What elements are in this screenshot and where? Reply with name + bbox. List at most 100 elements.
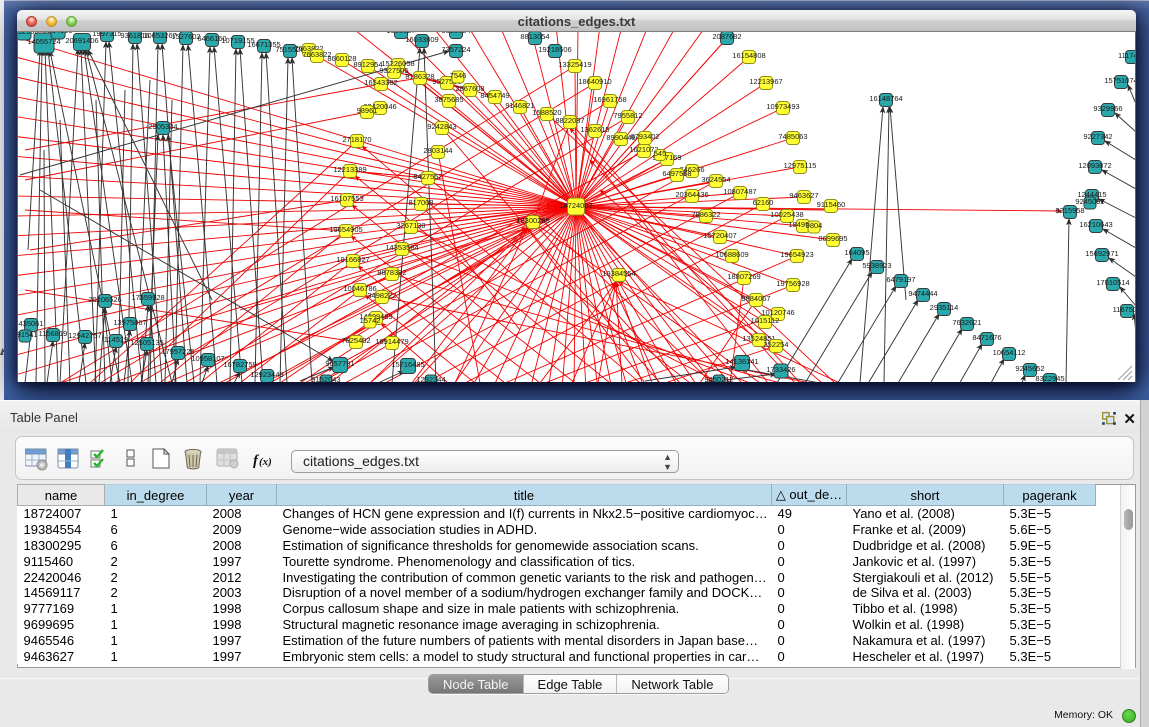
- svg-text:62160: 62160: [753, 198, 774, 207]
- svg-text:1997315: 1997315: [92, 32, 121, 38]
- svg-text:10973493: 10973493: [766, 102, 799, 111]
- svg-text:2935114: 2935114: [930, 303, 959, 312]
- svg-text:3267130: 3267130: [396, 221, 425, 230]
- svg-text:18724007: 18724007: [559, 201, 592, 210]
- svg-text:9804: 9804: [806, 221, 823, 230]
- svg-text:1527602: 1527602: [171, 32, 200, 41]
- svg-text:545: 545: [654, 149, 667, 158]
- svg-text:12505135: 12505135: [130, 338, 163, 347]
- svg-text:9327505: 9327505: [379, 66, 408, 75]
- svg-text:14136141: 14136141: [725, 357, 758, 366]
- svg-text:15716485: 15716485: [391, 360, 424, 369]
- svg-text:8427552: 8427552: [413, 172, 442, 181]
- svg-text:19654923: 19654923: [780, 250, 813, 259]
- svg-text:252254: 252254: [763, 340, 788, 349]
- svg-text:1615112: 1615112: [751, 316, 780, 325]
- svg-text:16543382: 16543382: [364, 78, 397, 87]
- svg-text:19218506: 19218506: [538, 45, 571, 54]
- svg-text:19654905: 19654905: [329, 225, 362, 234]
- svg-text:15720407: 15720407: [703, 231, 736, 240]
- svg-text:3624554: 3624554: [701, 175, 730, 184]
- svg-text:7357224: 7357224: [441, 45, 470, 54]
- svg-text:12093872: 12093872: [1078, 161, 1111, 170]
- svg-text:2087682: 2087682: [712, 32, 741, 41]
- svg-text:9450212: 9450212: [704, 375, 733, 382]
- svg-text:13975867: 13975867: [113, 318, 146, 327]
- svg-text:3498222: 3498222: [367, 291, 396, 300]
- svg-text:5938923: 5938923: [862, 261, 891, 270]
- svg-text:98961: 98961: [357, 106, 378, 115]
- svg-text:9245092: 9245092: [1075, 197, 1104, 206]
- svg-text:9227342: 9227342: [1083, 132, 1112, 141]
- svg-text:7955812: 7955812: [613, 111, 642, 120]
- svg-text:7485063: 7485063: [778, 132, 807, 141]
- svg-text:164095: 164095: [844, 248, 869, 257]
- svg-text:9657791: 9657791: [325, 359, 354, 368]
- svg-text:17359928: 17359928: [131, 293, 164, 302]
- svg-text:8813054: 8813054: [520, 32, 549, 41]
- svg-text:1156819: 1156819: [39, 329, 68, 338]
- svg-text:1117405: 1117405: [1118, 51, 1135, 60]
- svg-text:19756928: 19756928: [776, 279, 809, 288]
- svg-text:9146821: 9146821: [505, 101, 534, 110]
- svg-text:16107553: 16107553: [330, 194, 363, 203]
- svg-text:8186328: 8186328: [405, 72, 434, 81]
- svg-text:7546: 7546: [450, 71, 467, 80]
- svg-text:8912954: 8912954: [353, 60, 382, 69]
- svg-text:7886322: 7886322: [691, 210, 720, 219]
- svg-text:18300295: 18300295: [516, 216, 549, 225]
- svg-text:10807487: 10807487: [723, 187, 756, 196]
- svg-text:8822037: 8822037: [555, 116, 584, 125]
- svg-text:6793402: 6793402: [630, 132, 659, 141]
- svg-text:9884067: 9884067: [741, 294, 770, 303]
- svg-text:15692971: 15692971: [1085, 249, 1118, 258]
- svg-text:12923448: 12923448: [250, 370, 283, 379]
- svg-text:817008: 817008: [408, 198, 433, 207]
- svg-text:7632621: 7632621: [952, 318, 981, 327]
- svg-text:8813054: 8813054: [441, 32, 470, 35]
- svg-text:9329966: 9329966: [1093, 104, 1122, 113]
- svg-text:12975115: 12975115: [784, 161, 817, 170]
- svg-text:18807269: 18807269: [727, 272, 760, 281]
- svg-text:6479197: 6479197: [886, 275, 915, 284]
- svg-text:7625402: 7625402: [341, 336, 370, 345]
- svg-text:9474444: 9474444: [908, 289, 937, 298]
- svg-text:12213389: 12213389: [333, 165, 366, 174]
- svg-text:(x): (x): [259, 456, 272, 468]
- svg-text:20206526: 20206526: [88, 295, 121, 304]
- svg-text:16914479: 16914479: [375, 337, 408, 346]
- svg-text:19166827: 19166827: [336, 255, 369, 264]
- svg-text:18640910: 18640910: [578, 77, 611, 86]
- svg-text:16210643: 16210643: [1079, 220, 1112, 229]
- svg-text:15742: 15742: [360, 316, 381, 325]
- svg-text:10654112: 10654112: [993, 348, 1026, 357]
- svg-text:20364436: 20364436: [675, 190, 708, 199]
- svg-text:10688609: 10688609: [715, 250, 748, 259]
- svg-text:3875685: 3875685: [434, 95, 463, 104]
- svg-text:8454749: 8454749: [480, 91, 509, 100]
- svg-text:9245652: 9245652: [1015, 364, 1044, 373]
- svg-text:2718170: 2718170: [342, 135, 371, 144]
- svg-text:19384554: 19384554: [602, 269, 635, 278]
- svg-text:16782759: 16782759: [223, 360, 256, 369]
- svg-text:15751074: 15751074: [1104, 76, 1135, 85]
- svg-text:12942757: 12942757: [68, 331, 101, 340]
- svg-text:8660128: 8660128: [327, 54, 356, 63]
- svg-text:10025438: 10025438: [770, 210, 803, 219]
- svg-text:435061: 435061: [18, 319, 43, 328]
- svg-text:1292344: 1292344: [416, 375, 445, 382]
- svg-text:1733426: 1733426: [766, 365, 795, 374]
- svg-text:6497568: 6497568: [662, 169, 691, 178]
- svg-text:8322945: 8322945: [1035, 374, 1064, 382]
- svg-text:9463627: 9463627: [789, 191, 818, 200]
- svg-text:8878332: 8878332: [377, 268, 406, 277]
- svg-text:16033809: 16033809: [405, 35, 438, 44]
- svg-text:1362615: 1362615: [580, 125, 609, 134]
- svg-text:14353584: 14353584: [385, 243, 418, 252]
- svg-text:9242843: 9242843: [427, 122, 456, 131]
- svg-text:9152043: 9152043: [311, 375, 340, 382]
- svg-text:10958107: 10958107: [191, 354, 224, 363]
- svg-text:17957225: 17957225: [161, 347, 194, 356]
- svg-text:2803144: 2803144: [423, 146, 452, 155]
- svg-text:0699695: 0699695: [818, 234, 847, 243]
